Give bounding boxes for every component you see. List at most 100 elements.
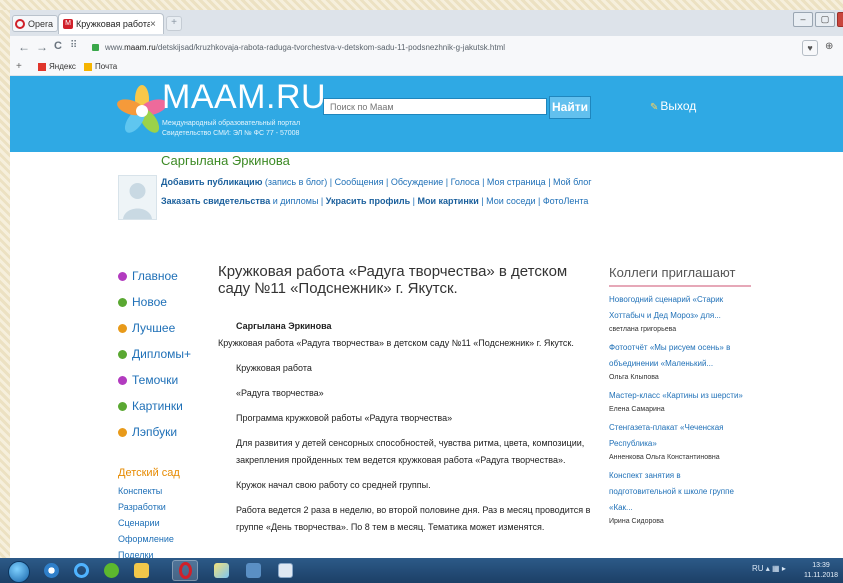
logout-icon: ✎ xyxy=(650,102,659,113)
submenu-item[interactable]: Конспекты xyxy=(118,483,174,499)
profile-link-separator: | xyxy=(443,177,451,187)
colleague-author: Анненкова Ольга Константиновна xyxy=(609,454,720,461)
article-paragraph: «Радуга творчества» xyxy=(236,388,324,398)
secure-lock-icon xyxy=(92,44,99,51)
tab-close-icon[interactable]: × xyxy=(150,19,160,30)
bookmark-yandex[interactable]: Яндекс xyxy=(38,62,76,71)
torrent-icon xyxy=(103,563,119,578)
bullet-icon xyxy=(118,375,127,385)
url-field[interactable]: www. maam.ru/detskijsad/kruzhkovaja-rabot… xyxy=(92,39,802,56)
new-tab-button[interactable]: + xyxy=(166,16,182,31)
article-paragraph: Для развития у детей сенсорных способнос… xyxy=(236,438,585,465)
maam-favicon-icon: M xyxy=(63,19,73,29)
search-input[interactable] xyxy=(323,98,547,115)
bookmark-label: Почта xyxy=(95,62,118,71)
site-logo-text[interactable]: MAAM.RU xyxy=(162,78,326,117)
mail-icon xyxy=(84,62,92,71)
reload-icon[interactable]: C xyxy=(54,40,62,52)
taskbar-torrent[interactable] xyxy=(98,560,124,581)
profile-link[interactable]: Сообщения xyxy=(335,177,384,187)
url-prefix: www. xyxy=(105,43,125,52)
taskbar-app[interactable] xyxy=(240,560,266,581)
profile-link[interactable]: Моя страница xyxy=(487,177,546,187)
menu-item-main[interactable]: Главное xyxy=(118,263,191,289)
profile-link[interactable]: Обсуждение xyxy=(391,177,443,187)
bookmark-heart-icon[interactable]: ♥ xyxy=(802,40,818,56)
profile-link[interactable]: ФотоЛента xyxy=(543,196,589,206)
bullet-icon xyxy=(118,297,127,307)
opera-logo-icon xyxy=(15,18,25,29)
site-subtitle-line: Международный образовательный портал xyxy=(162,120,301,127)
taskbar-powerpoint[interactable] xyxy=(272,560,298,581)
colleagues-underline xyxy=(609,285,751,287)
menu-item-new[interactable]: Новое xyxy=(118,289,191,315)
taskbar-ie[interactable] xyxy=(68,560,94,581)
minimize-button[interactable]: – xyxy=(793,12,813,27)
menu-item-label: Дипломы+ xyxy=(132,347,192,361)
profile-link[interactable]: Мои соседи xyxy=(486,196,535,206)
profile-link-separator: | xyxy=(535,196,543,206)
colleague-author: Ольга Клыпова xyxy=(609,374,659,381)
list-item: Конспект занятия в подготовительной к шк… xyxy=(609,468,744,527)
tray-icons[interactable]: ▴ ▦ ▸ xyxy=(766,564,786,573)
menu-item-best[interactable]: Лучшее xyxy=(118,315,191,341)
article-lead: Кружковая работа «Радуга творчества» в д… xyxy=(218,338,574,348)
taskbar-paint[interactable] xyxy=(208,560,234,581)
opera-menu-label: Opera xyxy=(28,18,54,29)
close-window-button[interactable]: ✕ xyxy=(837,12,843,27)
menu-item-lapbooks[interactable]: Лэпбуки xyxy=(118,419,191,445)
profile-link[interactable]: Мои картинки xyxy=(417,196,478,206)
article-author[interactable]: Саргылана Эркинова xyxy=(218,318,603,335)
taskbar-opera[interactable] xyxy=(172,560,198,581)
opera-menu-button[interactable]: Opera xyxy=(12,15,59,32)
colleague-post-link[interactable]: Новогодний сценарий «Старик Хоттабыч и Д… xyxy=(609,292,744,324)
maximize-button[interactable]: ▢ xyxy=(815,12,835,27)
bookmark-mail[interactable]: Почта xyxy=(84,62,117,71)
profile-link[interactable]: Голоса xyxy=(451,177,480,187)
speed-dial-icon[interactable]: ⠿ xyxy=(70,40,77,51)
menu-item-diplomas[interactable]: Дипломы+ xyxy=(118,341,191,367)
search-button[interactable]: Найти xyxy=(549,96,591,119)
windows-taskbar: RU ▴ ▦ ▸ 13:39 11.11.2018 xyxy=(0,558,843,583)
colleague-post-link[interactable]: Стенгазета-плакат «Чеченская Республика» xyxy=(609,420,744,452)
menu-item-topics[interactable]: Темочки xyxy=(118,367,191,393)
menu-item-pictures[interactable]: Картинки xyxy=(118,393,191,419)
article-paragraph: Кружок начал свою работу со средней груп… xyxy=(236,480,431,490)
clock[interactable]: 13:39 11.11.2018 xyxy=(804,561,838,581)
add-bookmark-icon[interactable]: + xyxy=(16,61,22,72)
profile-link[interactable]: Украсить профиль xyxy=(326,196,410,206)
window-app-icon xyxy=(245,563,261,578)
menu-item-label: Главное xyxy=(132,269,178,283)
profile-link[interactable]: Добавить публикацию xyxy=(161,177,262,187)
article-paragraph: Программа кружковой работы «Радуга творч… xyxy=(236,413,453,423)
forward-icon[interactable]: → xyxy=(36,40,48,54)
back-icon[interactable]: ← xyxy=(18,40,30,54)
colleague-author: Ирина Сидорова xyxy=(609,518,664,525)
taskbar-explorer[interactable] xyxy=(128,560,154,581)
language-indicator[interactable]: RU xyxy=(752,564,764,573)
left-menu: Главное Новое Лучшее Дипломы+ Темочки Ка… xyxy=(118,263,191,445)
start-button[interactable] xyxy=(8,561,30,583)
submenu-item[interactable]: Разработки xyxy=(118,499,174,515)
taskbar-media-player[interactable] xyxy=(38,560,64,581)
system-tray: RU ▴ ▦ ▸ xyxy=(752,564,786,573)
colleague-post-link[interactable]: Конспект занятия в подготовительной к шк… xyxy=(609,468,744,516)
submenu-item[interactable]: Оформление xyxy=(118,531,174,547)
submenu-item[interactable]: Сценарии xyxy=(118,515,174,531)
avatar[interactable] xyxy=(118,175,157,220)
profile-link[interactable]: Заказать свидетельства xyxy=(161,196,270,206)
profile-link[interactable]: Мой блог xyxy=(553,177,592,187)
site-header: MAAM.RU Международный образовательный по… xyxy=(10,76,843,152)
profile-links-row-1: Добавить публикацию (запись в блог) | Со… xyxy=(161,173,592,192)
menu-section-kindergarten[interactable]: Детский сад xyxy=(118,467,180,479)
colleague-post-link[interactable]: Мастер-класс «Картины из шерсти» xyxy=(609,388,744,404)
colleague-post-link[interactable]: Фотоотчёт «Мы рисуем осень» в объединени… xyxy=(609,340,744,372)
paint-icon xyxy=(213,563,229,578)
logout-link[interactable]: ✎ Выход xyxy=(650,99,696,113)
profile-name[interactable]: Саргылана Эркинова xyxy=(161,153,290,168)
clock-date: 11.11.2018 xyxy=(804,572,838,579)
tab-active[interactable]: M Кружковая работа «Радуг × xyxy=(58,13,164,34)
profile-link-separator: и дипломы | xyxy=(270,196,326,206)
extension-icon[interactable]: ⊕ xyxy=(825,41,833,52)
article-body: Саргылана Эркинова Кружковая работа «Рад… xyxy=(218,318,603,536)
